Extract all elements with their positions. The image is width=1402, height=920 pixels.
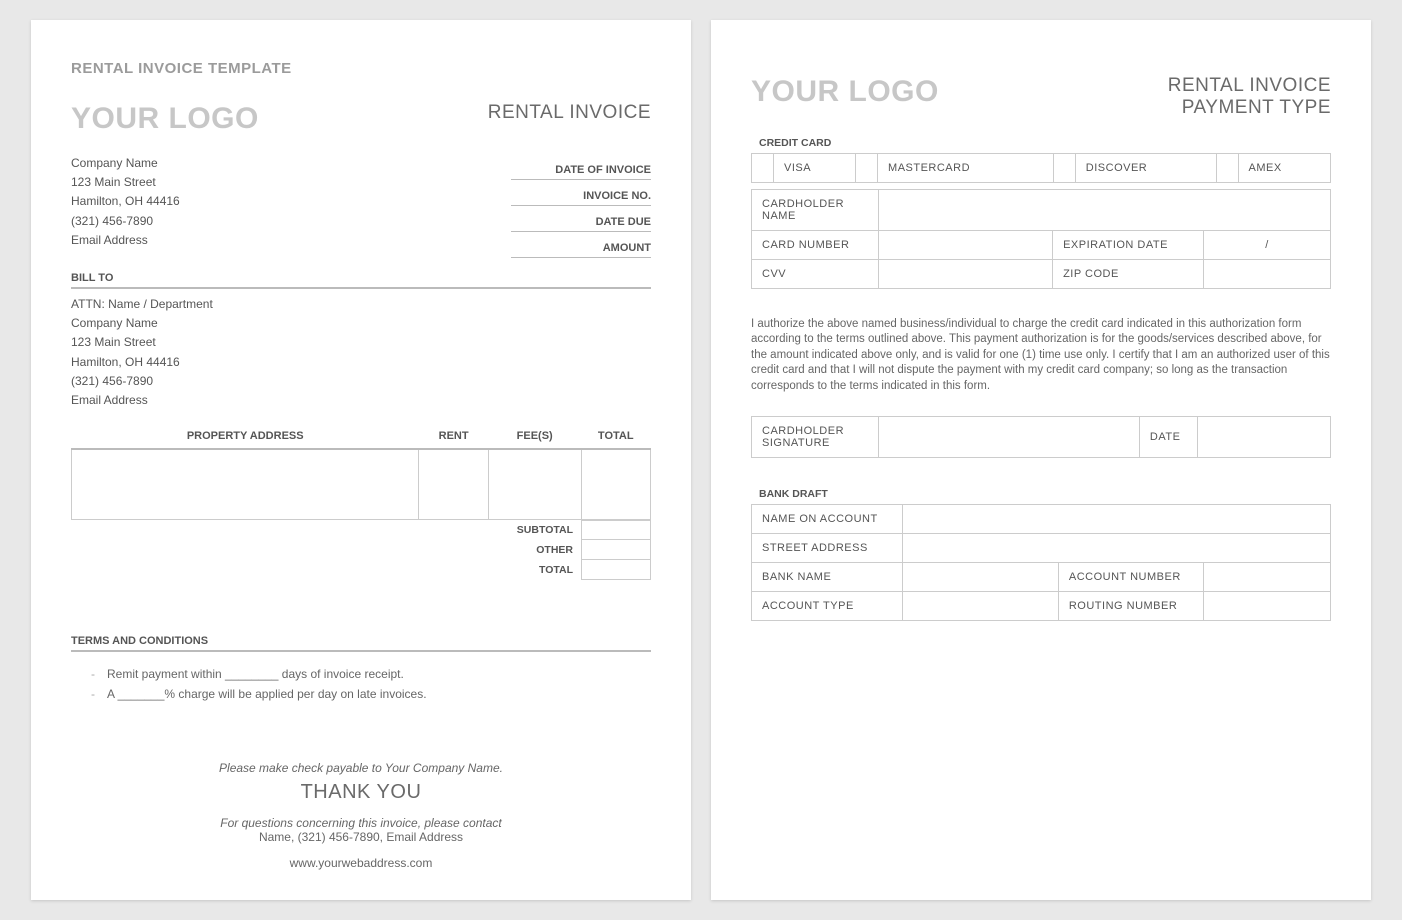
discover-checkbox[interactable] — [1053, 153, 1075, 182]
signature-grid: CARDHOLDER SIGNATURE DATE — [751, 416, 1331, 458]
label-date-of-invoice: DATE OF INVOICE — [511, 154, 651, 180]
value-other[interactable] — [581, 540, 651, 560]
from-phone: (321) 456-7890 — [71, 212, 180, 231]
input-cardholder-signature[interactable] — [879, 417, 1140, 458]
bank-draft-grid: NAME ON ACCOUNT STREET ADDRESS BANK NAME… — [751, 504, 1331, 621]
discover-label: DISCOVER — [1075, 153, 1216, 182]
invoice-page-1: RENTAL INVOICE TEMPLATE YOUR LOGO RENTAL… — [31, 20, 691, 900]
label-cvv: CVV — [752, 259, 879, 288]
cell-total[interactable] — [581, 449, 651, 519]
term-item: Remit payment within ________ days of in… — [91, 667, 651, 681]
cell-rent[interactable] — [419, 449, 488, 519]
credit-card-grid: CARDHOLDER NAME CARD NUMBER EXPIRATION D… — [751, 189, 1331, 289]
label-name-on-account: NAME ON ACCOUNT — [752, 505, 903, 534]
terms-title: TERMS AND CONDITIONS — [71, 635, 651, 652]
label-other: OTHER — [528, 540, 581, 560]
logo-placeholder-2: YOUR LOGO — [751, 75, 939, 109]
invoice-meta: DATE OF INVOICE INVOICE NO. DATE DUE AMO… — [511, 154, 651, 258]
document-title-2: RENTAL INVOICE PAYMENT TYPE — [1168, 75, 1331, 119]
label-cardholder-name: CARDHOLDER NAME — [752, 189, 879, 230]
footer-contact-1: For questions concerning this invoice, p… — [220, 816, 502, 830]
from-street: 123 Main Street — [71, 173, 180, 192]
invoice-page-2: YOUR LOGO RENTAL INVOICE PAYMENT TYPE CR… — [711, 20, 1371, 900]
title-line-1: RENTAL INVOICE — [1168, 75, 1331, 96]
label-invoice-no: INVOICE NO. — [511, 180, 651, 206]
amex-label: AMEX — [1238, 153, 1330, 182]
input-street-address[interactable] — [902, 534, 1330, 563]
bill-phone: (321) 456-7890 — [71, 372, 651, 391]
bill-email: Email Address — [71, 391, 651, 410]
visa-checkbox[interactable] — [752, 153, 774, 182]
input-zip-code[interactable] — [1203, 259, 1330, 288]
label-account-type: ACCOUNT TYPE — [752, 592, 903, 621]
label-routing-number: ROUTING NUMBER — [1058, 592, 1203, 621]
from-company: Company Name — [71, 154, 180, 173]
bill-to-label: BILL TO — [71, 272, 651, 289]
col-total: TOTAL — [581, 424, 651, 449]
label-amount: AMOUNT — [511, 232, 651, 258]
input-account-type[interactable] — [902, 592, 1058, 621]
input-name-on-account[interactable] — [902, 505, 1330, 534]
input-signature-date[interactable] — [1197, 417, 1330, 458]
bill-street: 123 Main Street — [71, 333, 651, 352]
input-bank-name[interactable] — [902, 563, 1058, 592]
footer-web: www.yourwebaddress.com — [71, 856, 651, 870]
line-items-table: PROPERTY ADDRESS RENT FEE(S) TOTAL — [71, 424, 651, 520]
bill-city: Hamilton, OH 44416 — [71, 353, 651, 372]
label-subtotal: SUBTOTAL — [509, 520, 581, 540]
footer-contact-2: Name, (321) 456-7890, Email Address — [71, 830, 651, 844]
term-item: A _______% charge will be applied per da… — [91, 687, 651, 701]
footer-thank-you: THANK YOU — [71, 781, 651, 804]
footer-payable: Please make check payable to Your Compan… — [219, 761, 503, 775]
mastercard-checkbox[interactable] — [856, 153, 878, 182]
col-property-address: PROPERTY ADDRESS — [72, 424, 419, 449]
label-bank-name: BANK NAME — [752, 563, 903, 592]
input-cvv[interactable] — [879, 259, 1053, 288]
document-title: RENTAL INVOICE — [488, 102, 651, 124]
col-rent: RENT — [419, 424, 488, 449]
title-line-2: PAYMENT TYPE — [1182, 97, 1331, 118]
bill-attn: ATTN: Name / Department — [71, 295, 651, 314]
table-row — [72, 449, 651, 519]
bill-to-address: ATTN: Name / Department Company Name 123… — [71, 295, 651, 410]
visa-label: VISA — [774, 153, 856, 182]
input-expiration-date[interactable]: / — [1203, 230, 1330, 259]
col-fees: FEE(S) — [488, 424, 581, 449]
label-street-address: STREET ADDRESS — [752, 534, 903, 563]
label-zip-code: ZIP CODE — [1053, 259, 1204, 288]
label-date-due: DATE DUE — [511, 206, 651, 232]
value-total[interactable] — [581, 560, 651, 580]
input-cardholder-name[interactable] — [879, 189, 1331, 230]
input-card-number[interactable] — [879, 230, 1053, 259]
from-address: Company Name 123 Main Street Hamilton, O… — [71, 154, 180, 258]
mastercard-label: MASTERCARD — [878, 153, 1054, 182]
from-city: Hamilton, OH 44416 — [71, 192, 180, 211]
from-meta-row: Company Name 123 Main Street Hamilton, O… — [71, 154, 651, 258]
input-routing-number[interactable] — [1203, 592, 1330, 621]
from-email: Email Address — [71, 231, 180, 250]
header-row: YOUR LOGO RENTAL INVOICE — [71, 102, 651, 136]
credit-card-section-title: CREDIT CARD — [759, 137, 1331, 149]
amex-checkbox[interactable] — [1216, 153, 1238, 182]
input-account-number[interactable] — [1203, 563, 1330, 592]
authorization-text: I authorize the above named business/ind… — [751, 317, 1331, 395]
cell-property-address[interactable] — [72, 449, 419, 519]
value-subtotal[interactable] — [581, 520, 651, 540]
label-card-number: CARD NUMBER — [752, 230, 879, 259]
label-expiration-date: EXPIRATION DATE — [1053, 230, 1204, 259]
footer-block: Please make check payable to Your Compan… — [71, 761, 651, 870]
bank-draft-section-title: BANK DRAFT — [759, 488, 1331, 500]
terms-list: Remit payment within ________ days of in… — [71, 667, 651, 701]
logo-placeholder: YOUR LOGO — [71, 102, 259, 136]
template-title: RENTAL INVOICE TEMPLATE — [71, 60, 651, 77]
header-row-2: YOUR LOGO RENTAL INVOICE PAYMENT TYPE — [751, 75, 1331, 119]
card-type-row: VISA MASTERCARD DISCOVER AMEX — [751, 153, 1331, 183]
cell-fees[interactable] — [488, 449, 581, 519]
label-signature-date: DATE — [1139, 417, 1197, 458]
totals-block: SUBTOTAL OTHER TOTAL — [71, 520, 651, 580]
bill-company: Company Name — [71, 314, 651, 333]
label-total: TOTAL — [531, 560, 581, 580]
label-cardholder-signature: CARDHOLDER SIGNATURE — [752, 417, 879, 458]
label-account-number: ACCOUNT NUMBER — [1058, 563, 1203, 592]
